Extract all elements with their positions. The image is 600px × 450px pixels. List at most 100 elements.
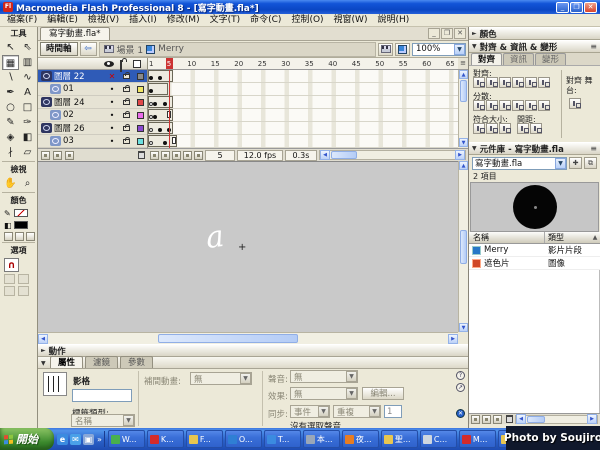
fill-color-swatch[interactable] bbox=[14, 221, 28, 229]
chevron-down-icon[interactable]: ▼ bbox=[555, 158, 566, 169]
no-color-button[interactable] bbox=[15, 232, 24, 241]
chevron-down-icon[interactable]: ▼ bbox=[369, 406, 380, 417]
rectangle-tool-icon[interactable]: □ bbox=[19, 100, 36, 115]
distribute-bottom-icon[interactable] bbox=[499, 100, 511, 111]
show-hide-all-icon[interactable] bbox=[104, 61, 114, 67]
scroll-down-icon[interactable]: ▼ bbox=[459, 138, 468, 147]
edit-multiple-frames-icon[interactable] bbox=[183, 151, 192, 160]
align-bottom-icon[interactable] bbox=[538, 77, 550, 88]
option-button-2[interactable] bbox=[18, 274, 29, 284]
space-horizontal-icon[interactable] bbox=[530, 123, 542, 134]
timeline-options-icon[interactable]: ≡ bbox=[458, 58, 468, 70]
layer-row-圖層 26[interactable]: 圖層 26• bbox=[38, 122, 147, 135]
stroke-color-row[interactable]: ✎ bbox=[0, 207, 37, 219]
outline-all-icon[interactable] bbox=[133, 60, 141, 68]
align-middle-v-icon[interactable] bbox=[525, 77, 537, 88]
scroll-thumb[interactable] bbox=[158, 334, 298, 343]
option-button-3[interactable] bbox=[4, 286, 15, 296]
column-name[interactable]: 名稱 bbox=[469, 232, 545, 243]
layer-lock-cell[interactable] bbox=[119, 87, 133, 92]
task-button-9[interactable]: M... bbox=[459, 430, 496, 448]
task-button-3[interactable]: O... bbox=[225, 430, 262, 448]
expand-info-icon[interactable]: ✕ bbox=[456, 409, 465, 418]
gradient-transform-tool-icon[interactable]: ▥ bbox=[19, 55, 36, 70]
scroll-up-icon[interactable]: ▲ bbox=[459, 161, 468, 170]
layer-name[interactable]: 圖層 24 bbox=[54, 96, 105, 108]
outlook-icon[interactable]: ✉ bbox=[70, 434, 81, 445]
column-type[interactable]: 類型 bbox=[545, 232, 590, 243]
ruler-frame-55[interactable]: 55 bbox=[399, 60, 408, 68]
ruler-frame-15[interactable]: 15 bbox=[211, 60, 220, 68]
selection-tool-icon[interactable]: ↖ bbox=[2, 40, 19, 55]
doc-restore-button[interactable]: ❐ bbox=[441, 28, 453, 39]
space-vertical-icon[interactable] bbox=[517, 123, 529, 134]
tab-transform[interactable]: 變形 bbox=[535, 53, 566, 65]
library-horizontal-scrollbar[interactable]: ◀ ▶ bbox=[515, 415, 598, 424]
color-panel-header[interactable]: ► 顏色 bbox=[469, 27, 600, 40]
eraser-tool-icon[interactable]: ▱ bbox=[19, 145, 36, 160]
menu-item-7[interactable]: 控制(O) bbox=[286, 14, 328, 26]
minimize-button[interactable]: _ bbox=[556, 2, 569, 13]
task-button-5[interactable]: 本... bbox=[303, 430, 340, 448]
timeline-ruler[interactable]: 15101520253035404550556065 bbox=[148, 58, 458, 70]
chevron-down-icon[interactable]: ▼ bbox=[240, 373, 251, 384]
match-height-icon[interactable] bbox=[486, 123, 498, 134]
layer-row-圖層 24[interactable]: 圖層 24• bbox=[38, 96, 147, 109]
scroll-right-icon[interactable]: ▶ bbox=[587, 414, 597, 424]
new-symbol-icon[interactable] bbox=[471, 415, 480, 424]
menu-item-9[interactable]: 說明(H) bbox=[372, 14, 414, 26]
layer-outline-cell[interactable] bbox=[133, 112, 147, 119]
ruler-frame-20[interactable]: 20 bbox=[234, 60, 243, 68]
to-stage-icon[interactable] bbox=[569, 98, 581, 109]
layer-lock-cell[interactable] bbox=[119, 100, 133, 105]
timeline-vertical-scrollbar[interactable]: ▲ ▼ bbox=[458, 70, 468, 147]
snap-to-objects-button[interactable]: ∩ bbox=[4, 258, 19, 272]
layer-visibility-cell[interactable]: ✕ bbox=[105, 72, 119, 81]
match-width-icon[interactable] bbox=[473, 123, 485, 134]
task-button-4[interactable]: T... bbox=[264, 430, 301, 448]
frames-area[interactable]: 15101520253035404550556065 bbox=[148, 58, 458, 148]
frame-rate[interactable]: 12.0 fps bbox=[237, 150, 283, 161]
tab-info[interactable]: 資訊 bbox=[503, 53, 534, 65]
show-desktop-icon[interactable]: ▣ bbox=[83, 434, 94, 445]
layer-visibility-cell[interactable]: • bbox=[105, 111, 119, 120]
scroll-right-icon[interactable]: ▶ bbox=[455, 150, 465, 160]
stage-horizontal-scrollbar[interactable]: ◀ ▶ bbox=[38, 332, 458, 344]
start-button[interactable]: 開始 bbox=[0, 428, 54, 450]
frame-row-03[interactable] bbox=[148, 135, 458, 148]
align-top-icon[interactable] bbox=[512, 77, 524, 88]
stage-canvas[interactable]: a + bbox=[38, 161, 458, 332]
frame-row-圖層 26[interactable] bbox=[148, 122, 458, 135]
free-transform-tool-icon[interactable]: ▦ bbox=[2, 55, 19, 70]
layer-outline-cell[interactable] bbox=[133, 138, 147, 145]
zoom-select[interactable]: 100% ▼ bbox=[412, 43, 466, 56]
task-button-7[interactable]: 聖... bbox=[381, 430, 418, 448]
line-tool-icon[interactable]: ∖ bbox=[2, 70, 19, 85]
pin-library-icon[interactable]: ✚ bbox=[569, 157, 582, 169]
doc-minimize-button[interactable]: _ bbox=[428, 28, 440, 39]
keyframe[interactable] bbox=[163, 102, 167, 106]
insert-layer-icon[interactable] bbox=[41, 151, 50, 160]
ruler-frame-25[interactable]: 25 bbox=[258, 60, 267, 68]
menu-item-6[interactable]: 命令(C) bbox=[245, 14, 286, 26]
chevron-down-icon[interactable]: ▼ bbox=[123, 415, 134, 426]
task-button-2[interactable]: F... bbox=[186, 430, 223, 448]
task-button-0[interactable]: W... bbox=[108, 430, 145, 448]
label-type-select[interactable]: 名稱 ▼ bbox=[71, 414, 135, 427]
scroll-thumb[interactable] bbox=[460, 80, 467, 102]
scroll-left-icon[interactable]: ◀ bbox=[516, 414, 526, 424]
detach-icon[interactable]: ↗ bbox=[456, 383, 465, 392]
layer-visibility-cell[interactable]: • bbox=[105, 98, 119, 107]
layer-row-圖層 22[interactable]: 圖層 22✕ bbox=[38, 70, 147, 83]
keyframe[interactable] bbox=[149, 89, 153, 93]
frame-row-02[interactable] bbox=[148, 109, 458, 122]
frame-row-圖層 22[interactable] bbox=[148, 70, 458, 83]
tab-parameters[interactable]: 參數 bbox=[120, 356, 153, 368]
expanded-arrow-icon[interactable]: ▼ bbox=[41, 360, 46, 367]
layer-row-02[interactable]: 02• bbox=[38, 109, 147, 122]
restore-button[interactable]: ❐ bbox=[570, 2, 583, 13]
default-colors-button[interactable] bbox=[4, 232, 13, 241]
edit-sound-button[interactable]: 編輯... bbox=[362, 387, 404, 400]
distribute-top-icon[interactable] bbox=[473, 100, 485, 111]
oval-tool-icon[interactable]: ○ bbox=[2, 100, 19, 115]
